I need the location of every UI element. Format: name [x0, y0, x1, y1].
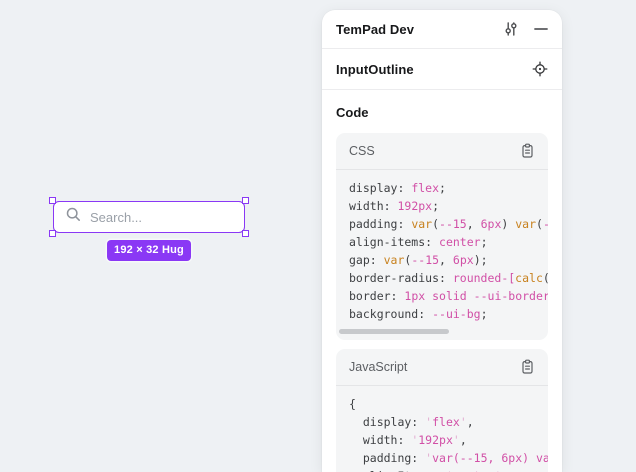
figma-canvas: { "canvas": { "search_input": { "placeho…	[0, 0, 636, 472]
tempad-dev-panel: TemPad Dev InputOutline	[322, 10, 562, 472]
selected-component[interactable]: 192 × 32 Hug	[53, 201, 245, 233]
copy-icon[interactable]	[520, 359, 535, 375]
code-line: border: 1px solid --ui-border-	[349, 287, 548, 305]
selection-handle-top-left[interactable]	[49, 197, 56, 204]
copy-icon[interactable]	[520, 143, 535, 159]
code-line: width: '192px',	[349, 431, 548, 449]
code-line: padding: var(--15, 6px) var(--	[349, 215, 548, 233]
js-code-card: JavaScript { display: 'flex', width: '19…	[336, 349, 548, 472]
js-card-label: JavaScript	[349, 360, 407, 374]
minimize-icon[interactable]	[534, 21, 548, 37]
selection-handle-bottom-right[interactable]	[242, 230, 249, 237]
selected-node-name: InputOutline	[336, 62, 414, 77]
css-card-header: CSS	[336, 133, 548, 170]
search-icon	[65, 206, 82, 228]
size-badge: 192 × 32 Hug	[107, 240, 191, 261]
code-line: {	[349, 395, 548, 413]
css-code-body[interactable]: display: flex;width: 192px;padding: var(…	[336, 170, 548, 323]
search-input-component[interactable]	[53, 201, 245, 233]
js-code-body[interactable]: { display: 'flex', width: '192px', paddi…	[336, 386, 548, 472]
selection-handle-bottom-left[interactable]	[49, 230, 56, 237]
locate-icon[interactable]	[532, 61, 548, 77]
code-line: border-radius: rounded-[calc(v	[349, 269, 548, 287]
code-line: gap: var(--15, 6px);	[349, 251, 548, 269]
css-card-label: CSS	[349, 144, 375, 158]
selection-handle-top-right[interactable]	[242, 197, 249, 204]
panel-title: TemPad Dev	[336, 22, 414, 37]
code-section: Code CSS display: flex;width: 192px;padd…	[322, 90, 562, 472]
sliders-icon[interactable]	[503, 21, 519, 37]
code-line: width: 192px;	[349, 197, 548, 215]
code-line: padding: 'var(--15, 6px) var	[349, 449, 548, 467]
selected-node-row: InputOutline	[322, 49, 562, 90]
search-input[interactable]	[90, 210, 230, 225]
horizontal-scrollbar-thumb[interactable]	[339, 329, 449, 334]
panel-header: TemPad Dev	[322, 10, 562, 49]
code-line: alignItems: 'center',	[349, 467, 548, 472]
css-code-card: CSS display: flex;width: 192px;padding: …	[336, 133, 548, 340]
code-line: display: 'flex',	[349, 413, 548, 431]
code-line: background: --ui-bg;	[349, 305, 548, 323]
code-line: align-items: center;	[349, 233, 548, 251]
code-line: display: flex;	[349, 179, 548, 197]
code-section-label: Code	[336, 105, 548, 120]
js-card-header: JavaScript	[336, 349, 548, 386]
